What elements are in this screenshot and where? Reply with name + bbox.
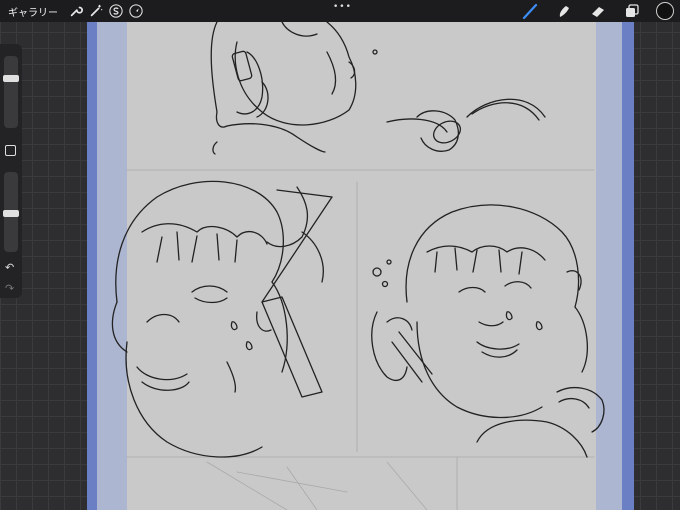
eraser-icon[interactable]	[588, 1, 608, 21]
manga-line-art	[111, 22, 605, 510]
opacity-slider[interactable]	[3, 172, 19, 252]
wrench-icon[interactable]	[66, 1, 86, 21]
brush-size-slider[interactable]	[3, 56, 19, 128]
magic-wand-icon[interactable]	[86, 1, 106, 21]
selection-s-icon[interactable]	[106, 1, 126, 21]
brush-size-thumb[interactable]	[3, 75, 19, 82]
gallery-button[interactable]: ギャラリー	[8, 4, 58, 19]
left-sidebar: ↶ ↷	[0, 44, 22, 298]
color-picker-button[interactable]	[656, 2, 674, 20]
layers-icon[interactable]	[622, 1, 642, 21]
arrow-cursor-icon[interactable]	[126, 1, 146, 21]
modify-square-button[interactable]	[5, 145, 16, 156]
brush-icon[interactable]	[520, 1, 540, 21]
drawing-canvas[interactable]	[87, 22, 634, 510]
smudge-icon[interactable]	[554, 1, 574, 21]
redo-icon[interactable]: ↷	[5, 282, 14, 295]
top-toolbar: ギャラリー •••	[0, 0, 680, 22]
opacity-thumb[interactable]	[3, 210, 19, 217]
undo-icon[interactable]: ↶	[5, 261, 14, 274]
more-menu-dots[interactable]: •••	[333, 2, 352, 12]
